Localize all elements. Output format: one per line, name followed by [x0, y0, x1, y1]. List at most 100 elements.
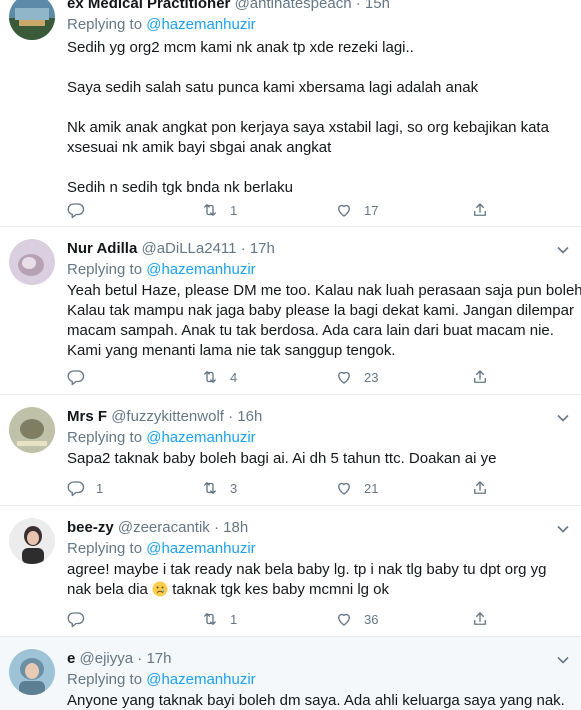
reply-icon — [67, 203, 85, 219]
tweet-menu-button[interactable] — [556, 411, 570, 425]
reply-button[interactable] — [67, 609, 96, 629]
tweet-line-part: nak bela dia — [67, 581, 148, 598]
user-handle[interactable]: @fuzzykittenwolf — [111, 408, 224, 425]
tweet-actions: 1 3 21 — [67, 478, 497, 498]
share-icon — [474, 203, 486, 216]
tweet-menu-button[interactable] — [556, 243, 570, 257]
share-icon — [474, 370, 486, 383]
tweet-actions: 1 36 — [67, 609, 497, 629]
share-button[interactable] — [471, 200, 489, 220]
tweet-actions: 4 23 — [67, 367, 497, 387]
chevron-down-icon — [557, 414, 569, 422]
mention-link[interactable]: @hazemanhuzir — [146, 671, 255, 688]
reply-button[interactable] — [67, 367, 96, 387]
replying-label: Replying to — [67, 261, 143, 278]
sad-face-emoji — [152, 581, 168, 597]
replying-to: Replying to @hazemanhuzir — [67, 671, 256, 689]
retweet-icon — [204, 482, 216, 494]
replying-to: Replying to @hazemanhuzir — [67, 261, 256, 279]
separator-dot: · — [240, 240, 246, 257]
like-button[interactable]: 23 — [335, 367, 378, 387]
tweet-text: Sapa2 taknak baby boleh bagi ai. Ai dh 5… — [67, 449, 572, 469]
tweet-line: Sedih n sedih tgk bnda nk berlaku — [67, 179, 293, 196]
avatar[interactable] — [9, 518, 55, 564]
like-button[interactable]: 36 — [335, 609, 378, 629]
chevron-down-icon — [557, 656, 569, 664]
tweet[interactable]: e @ejiyya · 17h Replying to @hazemanhuzi… — [0, 637, 581, 710]
like-count: 21 — [364, 480, 379, 496]
tweet-line: Saya sedih salah satu punca kami xbersam… — [67, 79, 479, 96]
retweet-button[interactable]: 1 — [201, 609, 237, 629]
tweet-line: xsesuai nk amik bayi sbgai anak angkat — [67, 139, 332, 156]
like-count: 23 — [364, 369, 379, 385]
display-name[interactable]: e — [67, 650, 75, 667]
share-button[interactable] — [471, 478, 489, 498]
avatar[interactable] — [9, 407, 55, 453]
reply-button[interactable] — [67, 200, 96, 220]
retweet-button[interactable]: 4 — [201, 367, 237, 387]
mention-link[interactable]: @hazemanhuzir — [146, 16, 255, 33]
avatar-image — [9, 407, 55, 453]
retweet-count: 1 — [230, 202, 238, 218]
timestamp[interactable]: 15h — [365, 0, 390, 12]
mention-link[interactable]: @hazemanhuzir — [146, 540, 255, 557]
tweet-menu-button[interactable] — [556, 522, 570, 536]
user-handle[interactable]: @antihatespeach — [235, 0, 352, 12]
like-icon — [338, 204, 350, 217]
tweet-actions: 1 17 — [67, 200, 497, 220]
tweet-line: Kalau tak mampu nak jaga baby please la … — [67, 302, 574, 319]
timestamp[interactable]: 18h — [223, 519, 248, 536]
like-button[interactable]: 17 — [335, 200, 378, 220]
avatar[interactable] — [9, 649, 55, 695]
tweet-line: Anyone yang taknak bayi boleh dm saya. A… — [67, 692, 565, 709]
display-name[interactable]: Nur Adilla — [67, 240, 137, 257]
like-icon — [338, 613, 350, 626]
reply-icon — [67, 612, 85, 628]
timestamp[interactable]: 17h — [250, 240, 275, 257]
replying-to: Replying to @hazemanhuzir — [67, 429, 256, 447]
reply-button[interactable]: 1 — [67, 478, 103, 498]
retweet-count: 1 — [230, 611, 238, 627]
display-name[interactable]: bee-zy — [67, 519, 114, 536]
retweet-count: 4 — [230, 369, 238, 385]
timestamp[interactable]: 17h — [146, 650, 171, 667]
display-name[interactable]: ex Medical Practitioner — [67, 0, 230, 12]
avatar-image — [9, 0, 55, 40]
share-icon — [474, 612, 486, 625]
retweet-icon — [204, 204, 216, 216]
replying-label: Replying to — [67, 671, 143, 688]
retweet-button[interactable]: 3 — [201, 478, 237, 498]
tweet-text: Sedih yg org2 mcm kami nk anak tp xde re… — [67, 38, 572, 198]
replying-to: Replying to @hazemanhuzir — [67, 16, 256, 34]
avatar-image — [9, 649, 55, 695]
avatar[interactable] — [9, 0, 55, 40]
tweet-header: bee-zy @zeeracantik · 18h — [67, 519, 248, 537]
tweet-line: Kami yang menanti lama nie tak sanggup t… — [67, 342, 396, 359]
share-button[interactable] — [471, 609, 489, 629]
retweet-button[interactable]: 1 — [201, 200, 237, 220]
tweet[interactable]: Mrs F @fuzzykittenwolf · 16h Replying to… — [0, 395, 581, 506]
timestamp[interactable]: 16h — [237, 408, 262, 425]
display-name[interactable]: Mrs F — [67, 408, 107, 425]
tweet-header: ex Medical Practitioner @antihatespeach … — [67, 0, 390, 13]
avatar[interactable] — [9, 239, 55, 285]
avatar-image — [9, 518, 55, 564]
mention-link[interactable]: @hazemanhuzir — [146, 261, 255, 278]
tweet-menu-button[interactable] — [556, 653, 570, 667]
tweet-text: agree! maybe i tak ready nak bela baby l… — [67, 560, 572, 600]
reply-count: 1 — [96, 480, 104, 496]
user-handle[interactable]: @ejiyya — [80, 650, 134, 667]
share-button[interactable] — [471, 367, 489, 387]
like-icon — [338, 482, 350, 495]
mention-link[interactable]: @hazemanhuzir — [146, 429, 255, 446]
reply-icon — [67, 481, 85, 497]
replying-label: Replying to — [67, 16, 143, 33]
tweet[interactable]: Nur Adilla @aDiLLa2411 · 17h Replying to… — [0, 227, 581, 395]
tweet[interactable]: bee-zy @zeeracantik · 18h Replying to @h… — [0, 506, 581, 637]
chevron-down-icon — [557, 246, 569, 254]
user-handle[interactable]: @zeeracantik — [118, 519, 210, 536]
user-handle[interactable]: @aDiLLa2411 — [141, 240, 236, 257]
share-icon — [474, 481, 486, 494]
like-button[interactable]: 21 — [335, 478, 378, 498]
tweet[interactable]: ex Medical Practitioner @antihatespeach … — [0, 0, 581, 227]
